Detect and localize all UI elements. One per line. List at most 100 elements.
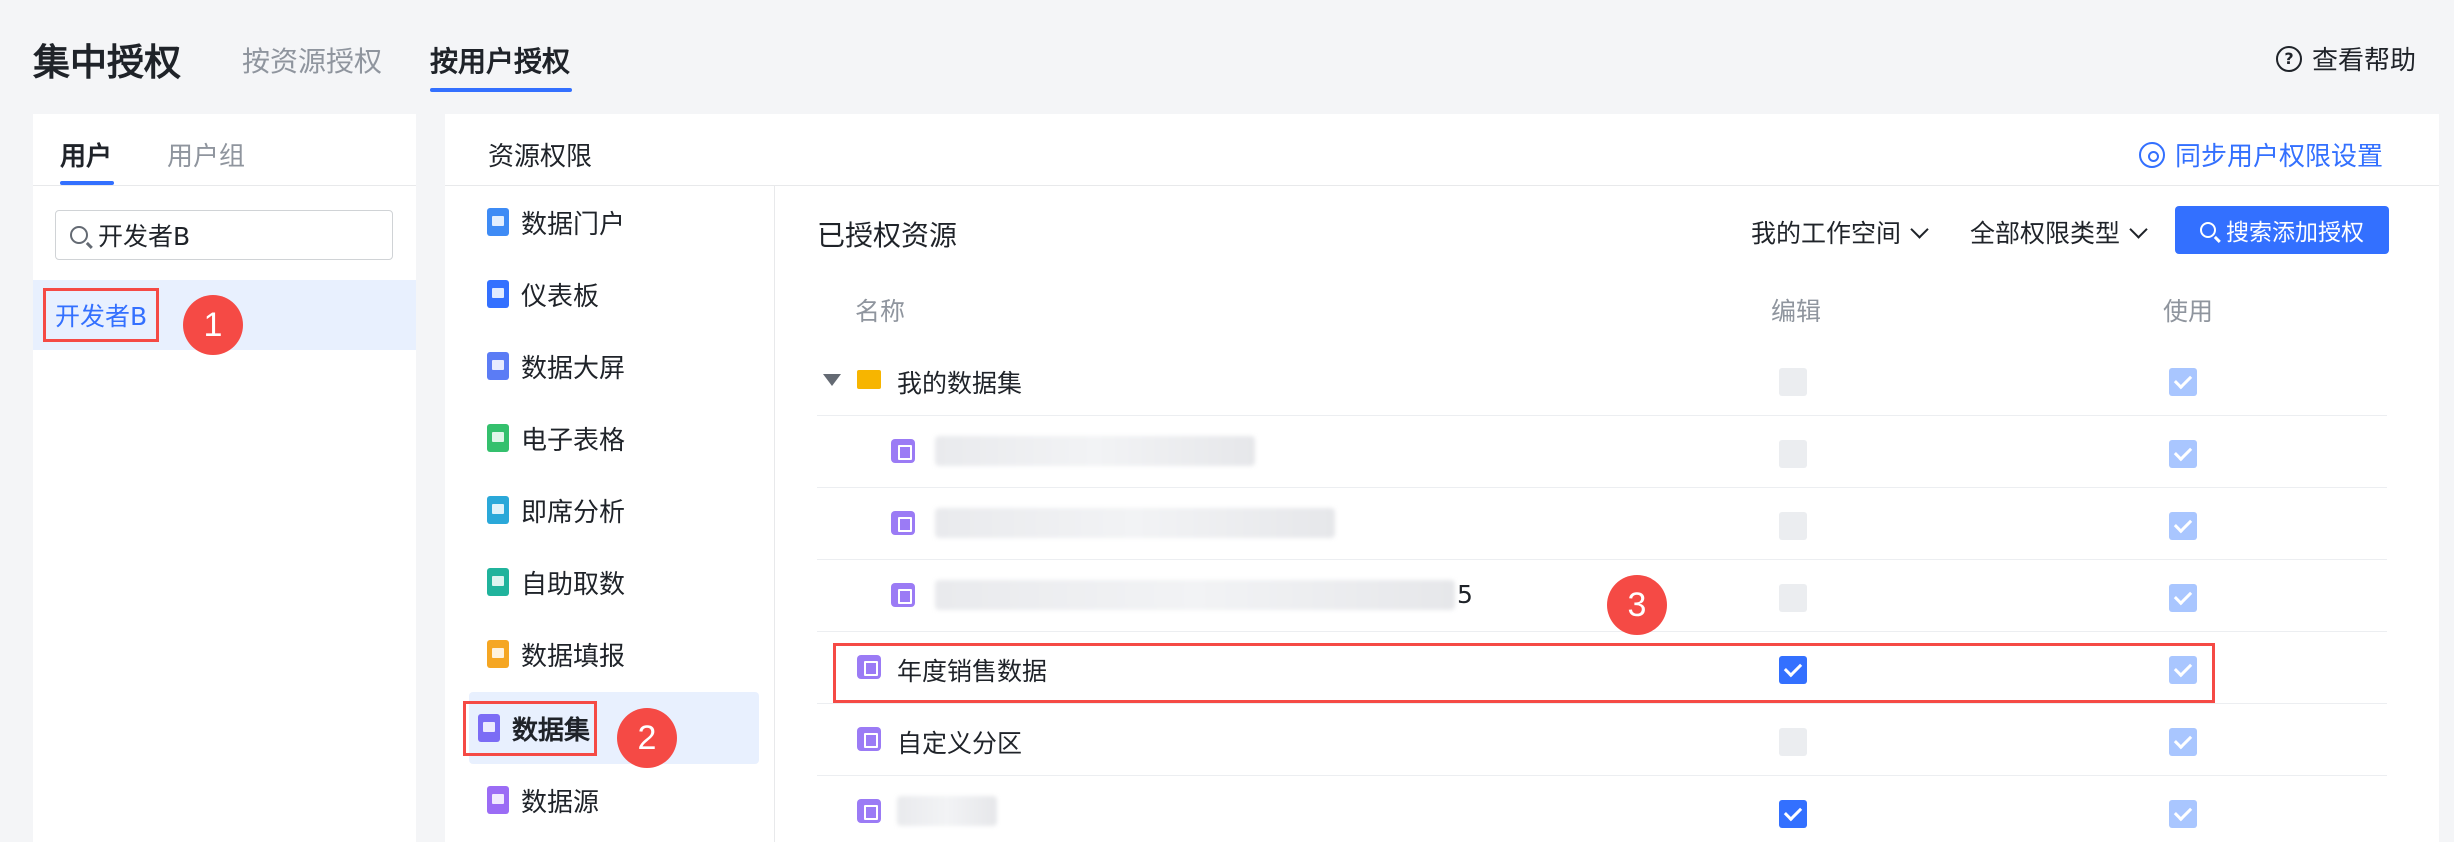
- resource-type-label: 即席分析: [521, 497, 626, 528]
- resource-type-label: 仪表板: [521, 281, 600, 312]
- resource-type-list: 数据门户 仪表板 数据大屏 电子表格 即席分析 自助取数 数据填报 数据集 数据…: [445, 186, 775, 842]
- form-icon: [487, 640, 509, 668]
- help-label: 查看帮助: [2311, 46, 2416, 76]
- table-row[interactable]: [817, 776, 2387, 842]
- use-checkbox[interactable]: [2169, 512, 2197, 540]
- big-screen-icon: [487, 352, 509, 380]
- spreadsheet-icon: [487, 424, 509, 452]
- dataset-highlight: 数据集: [463, 700, 598, 756]
- dataset-icon: [891, 439, 915, 463]
- resource-permission-panel: 资源权限 同步用户权限设置 数据门户 仪表板 数据大屏 电子表格 即席分析 自助…: [445, 114, 2439, 842]
- resource-type-dashboard[interactable]: 仪表板: [471, 258, 761, 330]
- row-label: 年度销售数据: [897, 657, 1048, 686]
- selected-user-name: 开发者B: [43, 288, 160, 342]
- dashboard-icon: [487, 280, 509, 308]
- dataset-icon: [478, 714, 500, 742]
- redacted-name: [935, 508, 1335, 538]
- dataset-icon: [891, 583, 915, 607]
- user-search-box[interactable]: [55, 210, 393, 260]
- workspace-dropdown-label: 我的工作空间: [1751, 219, 1902, 248]
- search-icon: [70, 226, 88, 244]
- table-row[interactable]: [817, 488, 2387, 560]
- resource-type-label: 数据集: [512, 715, 591, 746]
- permission-type-dropdown[interactable]: 全部权限类型: [1970, 214, 2148, 250]
- tab-user-groups[interactable]: 用户组: [167, 136, 245, 173]
- tab-active-indicator: [430, 88, 572, 92]
- column-header-name: 名称: [855, 297, 906, 326]
- resource-type-label: 数据门户: [521, 209, 626, 240]
- panel-title: 资源权限: [488, 142, 593, 172]
- redacted-name: [935, 580, 1455, 610]
- caret-down-icon[interactable]: [823, 374, 841, 386]
- authorized-resources-title: 已授权资源: [817, 219, 958, 252]
- resource-type-self-service[interactable]: 自助取数: [471, 546, 761, 618]
- datasource-icon: [487, 786, 509, 814]
- user-tabs: 用户 用户组: [33, 114, 416, 186]
- row-label: 5: [1457, 580, 1473, 609]
- resource-type-adhoc[interactable]: 即席分析: [471, 474, 761, 546]
- dataset-icon: [857, 655, 881, 679]
- edit-checkbox[interactable]: [1779, 800, 1807, 828]
- redacted-name: [897, 796, 997, 826]
- use-checkbox[interactable]: [2169, 728, 2197, 756]
- use-checkbox[interactable]: [2169, 656, 2197, 684]
- redacted-name: [935, 436, 1255, 466]
- callout-badge-3: 3: [1607, 575, 1667, 635]
- edit-checkbox[interactable]: [1779, 656, 1807, 684]
- question-circle-icon: ?: [2275, 45, 2302, 72]
- edit-checkbox: [1779, 368, 1807, 396]
- chevron-down-icon: [2129, 219, 2148, 239]
- workspace-dropdown[interactable]: 我的工作空间: [1751, 214, 1929, 250]
- use-checkbox[interactable]: [2169, 440, 2197, 468]
- resource-type-label: 自助取数: [521, 569, 626, 600]
- sync-icon: [2138, 141, 2165, 168]
- table-row[interactable]: 年度销售数据: [817, 632, 2387, 704]
- column-header-use: 使用: [2163, 297, 2214, 326]
- resource-type-form[interactable]: 数据填报: [471, 618, 761, 690]
- table-row[interactable]: [817, 416, 2387, 488]
- search-add-label: 搜索添加授权: [2226, 220, 2364, 246]
- sync-label: 同步用户权限设置: [2174, 142, 2383, 172]
- search-add-auth-button[interactable]: 搜索添加授权: [2175, 206, 2389, 254]
- resource-type-label: 数据填报: [521, 641, 626, 672]
- callout-badge-2: 2: [617, 708, 677, 768]
- dataset-icon: [857, 727, 881, 751]
- resource-type-big-screen[interactable]: 数据大屏: [471, 330, 761, 402]
- adhoc-analysis-icon: [487, 496, 509, 524]
- help-link[interactable]: ? 查看帮助: [2275, 40, 2416, 77]
- portal-icon: [487, 208, 509, 236]
- sync-permissions-button[interactable]: 同步用户权限设置: [2138, 136, 2383, 173]
- self-service-icon: [487, 568, 509, 596]
- edit-checkbox: [1779, 728, 1807, 756]
- resource-type-portal[interactable]: 数据门户: [471, 186, 761, 258]
- folder-icon: [857, 370, 881, 389]
- chevron-down-icon: [1910, 219, 1929, 239]
- tab-by-resource[interactable]: 按资源授权: [242, 40, 382, 80]
- table-row[interactable]: 5: [817, 560, 2387, 632]
- page-title: 集中授权: [33, 41, 181, 84]
- dataset-icon: [891, 511, 915, 535]
- dataset-icon: [857, 799, 881, 823]
- edit-checkbox: [1779, 584, 1807, 612]
- table-row[interactable]: 我的数据集: [817, 344, 2387, 416]
- use-checkbox[interactable]: [2169, 800, 2197, 828]
- edit-checkbox: [1779, 512, 1807, 540]
- permission-type-label: 全部权限类型: [1970, 219, 2121, 248]
- edit-checkbox: [1779, 440, 1807, 468]
- row-label: 自定义分区: [897, 729, 1023, 758]
- column-header-edit: 编辑: [1771, 297, 1822, 326]
- callout-badge-1: 1: [183, 295, 243, 355]
- user-search-input[interactable]: [98, 220, 378, 250]
- table-row[interactable]: 自定义分区: [817, 704, 2387, 776]
- resource-type-dataset[interactable]: 数据集: [463, 692, 759, 764]
- use-checkbox[interactable]: [2169, 368, 2197, 396]
- resource-type-spreadsheet[interactable]: 电子表格: [471, 402, 761, 474]
- resource-type-label: 数据源: [521, 787, 600, 818]
- user-panel: 用户 用户组 开发者B 1: [33, 114, 416, 842]
- tab-users[interactable]: 用户: [60, 136, 112, 173]
- resource-type-label: 电子表格: [521, 425, 626, 456]
- tab-by-user[interactable]: 按用户授权: [430, 40, 570, 80]
- resource-type-datasource[interactable]: 数据源: [471, 764, 761, 836]
- user-tab-indicator: [60, 181, 114, 185]
- use-checkbox[interactable]: [2169, 584, 2197, 612]
